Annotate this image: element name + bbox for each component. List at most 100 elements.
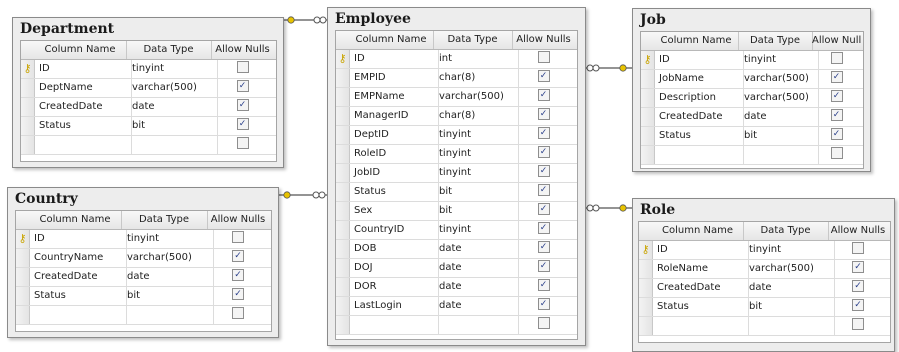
column-name-cell[interactable]: ID [654, 51, 744, 69]
column-name-cell[interactable]: EMPID [349, 69, 439, 87]
data-type-cell[interactable]: bit [743, 298, 835, 316]
table-row[interactable]: EMPName varchar(500) ✓ [336, 88, 577, 107]
column-name-cell[interactable]: ManagerID [349, 107, 439, 125]
allow-nulls-checkbox[interactable]: ✓ [537, 279, 550, 291]
data-type-cell[interactable] [433, 316, 519, 334]
table-country[interactable]: Country Column Name Data Type Allow Nulls ⚷… [7, 187, 279, 338]
column-name-cell[interactable]: DOJ [349, 259, 439, 277]
data-type-cell[interactable]: date [433, 297, 519, 315]
data-type-cell[interactable] [738, 146, 819, 164]
data-type-cell[interactable]: bit [433, 202, 519, 220]
column-name-cell[interactable]: CreatedDate [34, 98, 132, 116]
table-row[interactable]: JobID tinyint ✓ [336, 164, 577, 183]
table-row[interactable]: DeptName varchar(500) ✓ [21, 79, 276, 98]
row-selector[interactable] [336, 221, 350, 239]
allow-nulls-checkbox[interactable] [232, 231, 244, 243]
data-type-cell[interactable]: date [738, 108, 819, 126]
table-row[interactable]: Status bit ✓ [336, 183, 577, 202]
data-type-cell[interactable]: varchar(500) [433, 88, 519, 106]
allow-nulls-checkbox[interactable]: ✓ [830, 71, 843, 83]
table-row[interactable]: CreatedDate date ✓ [21, 98, 276, 117]
table-row[interactable]: CountryName varchar(500) ✓ [16, 249, 271, 268]
data-type-cell[interactable]: varchar(500) [738, 70, 819, 88]
table-row[interactable]: DeptID tinyint ✓ [336, 126, 577, 145]
table-row[interactable]: RoleID tinyint ✓ [336, 145, 577, 164]
allow-nulls-checkbox[interactable] [232, 307, 244, 319]
row-selector[interactable] [641, 146, 655, 164]
row-selector[interactable] [16, 306, 30, 324]
row-selector[interactable]: ⚷ [336, 50, 350, 68]
allow-nulls-checkbox[interactable]: ✓ [537, 260, 550, 272]
data-type-cell[interactable]: tinyint [433, 145, 519, 163]
row-selector[interactable] [16, 249, 30, 267]
column-name-cell[interactable]: CreatedDate [652, 279, 749, 297]
data-type-cell[interactable]: tinyint [433, 164, 519, 182]
row-selector[interactable] [336, 259, 350, 277]
allow-nulls-checkbox[interactable]: ✓ [232, 250, 244, 262]
data-type-cell[interactable]: varchar(500) [126, 79, 218, 97]
row-selector[interactable] [21, 117, 35, 135]
column-name-cell[interactable]: ID [652, 241, 749, 259]
data-type-cell[interactable]: date [126, 98, 218, 116]
data-type-cell[interactable]: bit [121, 287, 214, 305]
column-name-cell[interactable]: Status [652, 298, 749, 316]
row-selector[interactable] [639, 260, 653, 278]
table-row[interactable]: DOJ date ✓ [336, 259, 577, 278]
column-name-cell[interactable]: ID [349, 50, 439, 68]
allow-nulls-checkbox[interactable] [537, 317, 550, 329]
table-role[interactable]: Role Column Name Data Type Allow Nulls ⚷ ID t… [632, 198, 895, 352]
row-selector[interactable] [336, 278, 350, 296]
allow-nulls-checkbox[interactable]: ✓ [537, 222, 550, 234]
allow-nulls-checkbox[interactable]: ✓ [537, 184, 550, 196]
data-type-cell[interactable]: tinyint [738, 51, 819, 69]
row-selector[interactable] [641, 127, 655, 145]
table-row[interactable]: Status bit ✓ [21, 117, 276, 136]
column-name-cell[interactable]: Status [349, 183, 439, 201]
column-name-cell[interactable]: Status [29, 287, 127, 305]
allow-nulls-checkbox[interactable]: ✓ [232, 269, 244, 281]
data-type-cell[interactable]: char(8) [433, 69, 519, 87]
allow-nulls-checkbox[interactable]: ✓ [537, 241, 550, 253]
column-name-cell[interactable]: Status [34, 117, 132, 135]
column-name-cell[interactable]: DOB [349, 240, 439, 258]
data-type-cell[interactable]: bit [126, 117, 218, 135]
row-selector[interactable] [16, 268, 30, 286]
data-type-cell[interactable]: date [433, 278, 519, 296]
row-selector[interactable]: ⚷ [641, 51, 655, 69]
row-selector[interactable] [336, 202, 350, 220]
table-row[interactable]: EMPID char(8) ✓ [336, 69, 577, 88]
allow-nulls-checkbox[interactable] [852, 242, 864, 254]
allow-nulls-checkbox[interactable]: ✓ [852, 261, 864, 273]
allow-nulls-checkbox[interactable]: ✓ [236, 118, 249, 130]
row-selector[interactable] [336, 297, 350, 315]
table-row[interactable]: RoleName varchar(500) ✓ [639, 260, 890, 279]
row-selector[interactable] [639, 317, 653, 335]
row-selector[interactable] [21, 136, 35, 154]
table-row[interactable]: Status bit ✓ [639, 298, 890, 317]
table-row[interactable]: DOR date ✓ [336, 278, 577, 297]
row-selector[interactable] [336, 126, 350, 144]
table-row[interactable]: ManagerID char(8) ✓ [336, 107, 577, 126]
allow-nulls-checkbox[interactable]: ✓ [852, 299, 864, 311]
column-name-cell[interactable] [652, 317, 749, 335]
data-type-cell[interactable]: tinyint [743, 241, 835, 259]
row-selector[interactable] [336, 107, 350, 125]
allow-nulls-checkbox[interactable]: ✓ [830, 90, 843, 102]
allow-nulls-checkbox[interactable]: ✓ [537, 203, 550, 215]
column-name-cell[interactable]: DeptID [349, 126, 439, 144]
row-selector[interactable] [641, 70, 655, 88]
column-name-cell[interactable]: Description [654, 89, 744, 107]
table-row[interactable]: CreatedDate date ✓ [641, 108, 863, 127]
table-row[interactable]: Status bit ✓ [16, 287, 271, 306]
column-name-cell[interactable]: ID [34, 60, 132, 78]
allow-nulls-checkbox[interactable] [830, 147, 843, 159]
data-type-cell[interactable]: date [121, 268, 214, 286]
column-name-cell[interactable]: Status [654, 127, 744, 145]
table-row[interactable]: LastLogin date ✓ [336, 297, 577, 316]
new-row[interactable] [21, 136, 276, 155]
column-name-cell[interactable]: RoleID [349, 145, 439, 163]
table-row[interactable]: ⚷ ID int [336, 50, 577, 69]
table-row[interactable]: ⚷ ID tinyint [639, 241, 890, 260]
table-row[interactable]: ⚷ ID tinyint [16, 230, 271, 249]
new-row[interactable] [336, 316, 577, 335]
